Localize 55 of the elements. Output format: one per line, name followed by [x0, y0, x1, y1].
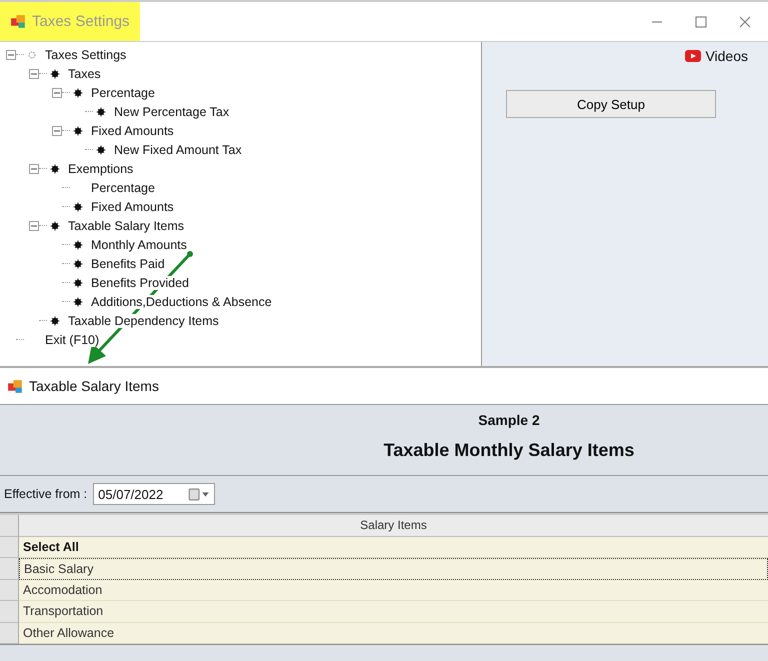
field-label: Effective from :: [4, 487, 88, 501]
tree-item[interactable]: New Percentage Tax: [114, 104, 230, 118]
bullet-icon: [73, 240, 83, 250]
tree-item[interactable]: Taxable Salary Items: [68, 218, 184, 232]
tree-item[interactable]: Taxable Dependency Items: [68, 314, 219, 328]
tree-item[interactable]: Monthly Amounts: [91, 238, 187, 252]
play-icon: [685, 50, 702, 62]
tree-item[interactable]: Percentage: [91, 86, 155, 100]
window-title: Taxes Settings: [0, 2, 140, 41]
copy-setup-button[interactable]: Copy Setup: [506, 90, 716, 118]
tree-item[interactable]: Exemptions: [68, 162, 134, 176]
bullet-icon: [50, 316, 60, 326]
bullet-icon: [73, 296, 83, 306]
collapse-icon[interactable]: [29, 68, 39, 78]
page-heading: Taxable Monthly Salary Items: [384, 440, 634, 461]
bullet-icon: [96, 106, 106, 116]
bullet-icon: [50, 220, 60, 230]
circle-icon: [27, 50, 37, 60]
bullet-icon: [73, 202, 83, 212]
calendar-dropdown-icon[interactable]: [188, 488, 210, 500]
tree-item[interactable]: Benefits Provided: [91, 276, 189, 290]
app-icon: [10, 13, 27, 30]
collapse-icon[interactable]: [29, 164, 39, 174]
tree-item[interactable]: Taxes Settings: [45, 48, 126, 62]
tree-item[interactable]: New Fixed Amount Tax: [114, 142, 242, 156]
company-name: Sample 2: [478, 412, 540, 428]
tree-item[interactable]: Benefits Paid: [91, 256, 165, 270]
bullet-icon: [73, 278, 83, 288]
tree-item[interactable]: Taxes: [68, 66, 101, 80]
bullet-icon: [73, 88, 83, 98]
bullet-icon: [73, 126, 83, 136]
collapse-icon[interactable]: [52, 126, 62, 136]
tree-item[interactable]: Exit (F10): [45, 332, 100, 346]
tree-item[interactable]: Fixed Amounts: [91, 124, 174, 138]
collapse-icon[interactable]: [29, 220, 39, 230]
table-cell[interactable]: Transportation: [19, 601, 768, 622]
videos-link[interactable]: Videos: [685, 48, 748, 64]
collapse-icon[interactable]: [6, 50, 16, 60]
window-title: Taxable Salary Items: [29, 378, 159, 394]
tree-item[interactable]: Fixed Amounts: [91, 200, 174, 214]
date-field[interactable]: 05/07/2022: [93, 483, 216, 505]
tree-item[interactable]: Percentage: [91, 180, 155, 194]
bullet-icon: [50, 164, 60, 174]
table-cell[interactable]: Other Allowance: [19, 622, 768, 644]
tree-item[interactable]: Additions,Deductions & Absence: [91, 294, 272, 308]
app-icon: [7, 378, 24, 394]
table-cell[interactable]: Select All: [19, 536, 768, 558]
bullet-icon: [50, 68, 60, 78]
table-cell[interactable]: Accomodation: [19, 580, 768, 601]
collapse-icon[interactable]: [52, 88, 62, 98]
bullet-icon: [73, 258, 83, 268]
close-icon[interactable]: [738, 14, 752, 28]
bullet-icon: [96, 144, 106, 154]
table-cell[interactable]: Basic Salary: [19, 558, 768, 580]
maximize-icon[interactable]: [694, 14, 708, 28]
